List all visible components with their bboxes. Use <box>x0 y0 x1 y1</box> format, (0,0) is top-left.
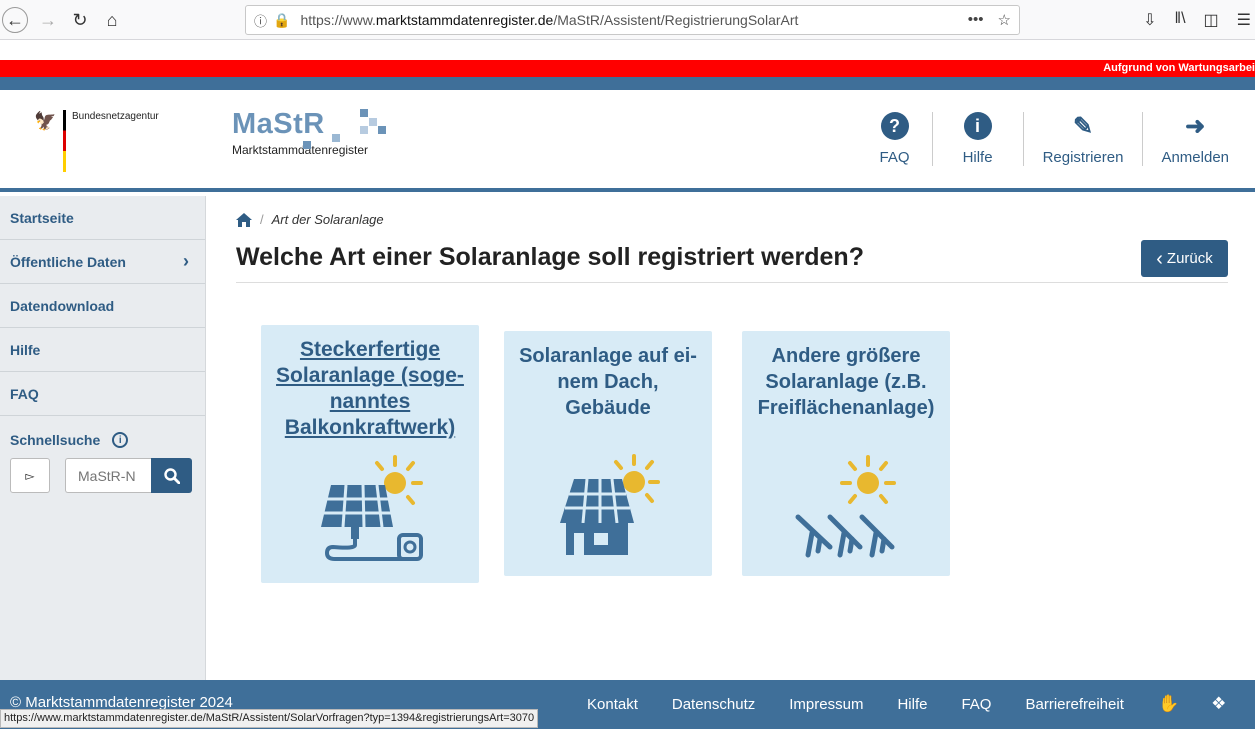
address-bar[interactable]: ⓘ 🔒 https://www. marktstammdatenregister.… <box>245 5 1020 35</box>
sidebar-item-label: FAQ <box>10 385 39 402</box>
card-label: Andere größere Solaranlage (z.B. Freiflä… <box>757 345 935 419</box>
sidebar-toggle-icon[interactable]: ◫ <box>1204 10 1219 30</box>
browser-toolbar: ← → ↻ ⌂ ⓘ 🔒 https://www. marktstammdatenr… <box>0 0 1255 40</box>
easy-language-icon[interactable]: ❖ <box>1211 694 1226 714</box>
header-strip <box>0 77 1255 90</box>
org-name: Bundesnetzagentur <box>72 111 159 122</box>
option-card-freiflaeche[interactable]: Andere größere Solaranlage (z.B. Freiflä… <box>742 331 950 576</box>
footer-link-datenschutz[interactable]: Datenschutz <box>672 696 755 713</box>
url-path: /MaStR/Assistent/RegistrierungSolarArt <box>553 12 799 28</box>
logo-pixel <box>303 141 311 149</box>
sidebar-item-startseite[interactable]: Startseite <box>0 196 205 240</box>
back-button[interactable]: ‹ Zurück <box>1141 240 1228 277</box>
more-icon[interactable]: ••• <box>968 11 984 29</box>
logo-word: MaStR <box>232 108 325 140</box>
option-card-dach[interactable]: Solaranlage auf ei-nem Dach, Gebäude <box>504 331 712 576</box>
bookmark-star-icon[interactable]: ☆ <box>998 11 1011 29</box>
search-button[interactable] <box>151 458 192 493</box>
card-label: Solaranlage auf ei-nem Dach, Gebäude <box>519 345 697 419</box>
footer-link-faq[interactable]: FAQ <box>961 696 991 713</box>
chevron-right-icon: › <box>183 251 189 271</box>
header-link-registrieren[interactable]: ✎ Registrieren <box>1022 112 1143 166</box>
card-label: Steckerfertige Solaranlage (soge-nanntes… <box>276 338 464 439</box>
sidebar-item-label: Startseite <box>10 209 74 226</box>
footer-link-impressum[interactable]: Impressum <box>789 696 863 713</box>
header-nav: ? FAQ i Hilfe ✎ Registrieren ➜ Anmelden <box>858 112 1255 172</box>
home-icon[interactable] <box>236 212 252 227</box>
eagle-icon: 🦅 <box>34 111 57 131</box>
sign-language-icon[interactable]: ✋ <box>1158 694 1179 714</box>
reload-icon[interactable]: ↻ <box>67 7 93 33</box>
title-divider <box>236 282 1228 283</box>
sidebar-item-oeffentliche-daten[interactable]: Öffentliche Daten › <box>0 240 205 284</box>
breadcrumb-separator: / <box>260 212 264 227</box>
rooftop-solar-icon <box>560 454 660 555</box>
download-icon[interactable]: ⇩ <box>1143 10 1156 30</box>
lock-icon: 🔒 <box>273 11 291 28</box>
bundesnetzagentur-logo[interactable]: 🦅 Bundesnetzagentur <box>34 110 159 172</box>
sidebar-item-faq[interactable]: FAQ <box>0 372 205 416</box>
logo-pixel <box>369 118 377 126</box>
header-link-label: Anmelden <box>1161 149 1229 166</box>
footer-link-kontakt[interactable]: Kontakt <box>587 696 638 713</box>
footer-link-hilfe[interactable]: Hilfe <box>897 696 927 713</box>
sign-in-icon: ➜ <box>1185 112 1206 140</box>
sidebar-item-label: Datendownload <box>10 297 115 314</box>
option-card-balkonkraftwerk[interactable]: Steckerfertige Solaranlage (soge-nanntes… <box>261 325 479 583</box>
header-link-label: Registrieren <box>1042 149 1124 166</box>
ground-mounted-solar-icon <box>795 455 896 558</box>
mastr-logo[interactable]: MaStR Marktstammdatenregister <box>232 108 368 157</box>
question-icon: ? <box>880 112 909 140</box>
sidebar: Startseite Öffentliche Daten › Datendownl… <box>0 196 206 680</box>
menu-icon[interactable]: ☰ <box>1237 10 1251 30</box>
site-header: 🦅 Bundesnetzagentur MaStR Marktstammdate… <box>0 90 1255 192</box>
footer-links: Kontakt Datenschutz Impressum Hilfe FAQ … <box>587 696 1124 713</box>
url-host: marktstammdatenregister.de <box>375 12 554 28</box>
back-arrow-icon[interactable]: ← <box>2 7 28 33</box>
info-icon[interactable]: ⓘ <box>254 11 267 30</box>
caret-icon: ▻ <box>25 468 35 483</box>
url-prefix: https://www. <box>300 12 376 28</box>
search-input[interactable] <box>65 458 151 493</box>
info-icon: i <box>963 112 992 140</box>
logo-pixel <box>360 109 368 117</box>
page-title: Welche Art einer Solaranlage soll regist… <box>236 243 864 271</box>
sidebar-item-label: Öffentliche Daten <box>10 253 126 270</box>
info-icon[interactable]: i <box>112 432 129 448</box>
search-type-select[interactable]: ▻ <box>10 458 50 493</box>
logo-pixel <box>332 134 340 142</box>
logo-pixel <box>378 126 386 134</box>
header-link-faq[interactable]: ? FAQ <box>858 112 932 166</box>
header-link-label: FAQ <box>879 149 910 166</box>
search-icon <box>163 467 180 484</box>
maintenance-banner: Aufgrund von Wartungsarbei <box>0 60 1255 77</box>
sidebar-item-datendownload[interactable]: Datendownload <box>0 284 205 328</box>
header-link-anmelden[interactable]: ➜ Anmelden <box>1142 112 1255 166</box>
forward-arrow-icon[interactable]: → <box>35 7 61 33</box>
header-link-hilfe[interactable]: i Hilfe <box>931 112 1023 166</box>
breadcrumb-current: Art der Solaranlage <box>271 212 384 227</box>
logo-subtitle: Marktstammdatenregister <box>232 143 369 157</box>
logo-pixel <box>360 126 368 134</box>
quick-search: Schnellsuche i ▻ <box>0 416 205 493</box>
plug-in-solar-icon <box>321 455 423 561</box>
german-flag-stripe <box>63 110 66 172</box>
header-link-label: Hilfe <box>962 149 993 166</box>
chevron-left-icon: ‹ <box>1156 247 1163 270</box>
back-button-label: Zurück <box>1166 250 1213 267</box>
edit-icon: ✎ <box>1072 112 1094 140</box>
quick-search-title: Schnellsuche <box>10 432 101 448</box>
sidebar-item-hilfe[interactable]: Hilfe <box>0 328 205 372</box>
breadcrumb: / Art der Solaranlage <box>236 212 384 227</box>
home-icon[interactable]: ⌂ <box>99 7 125 33</box>
footer-link-barrierefreiheit[interactable]: Barrierefreiheit <box>1025 696 1123 713</box>
library-icon[interactable]: ‖\ <box>1174 10 1185 30</box>
status-bar-url: https://www.marktstammdatenregister.de/M… <box>0 709 539 728</box>
sidebar-item-label: Hilfe <box>10 341 41 358</box>
